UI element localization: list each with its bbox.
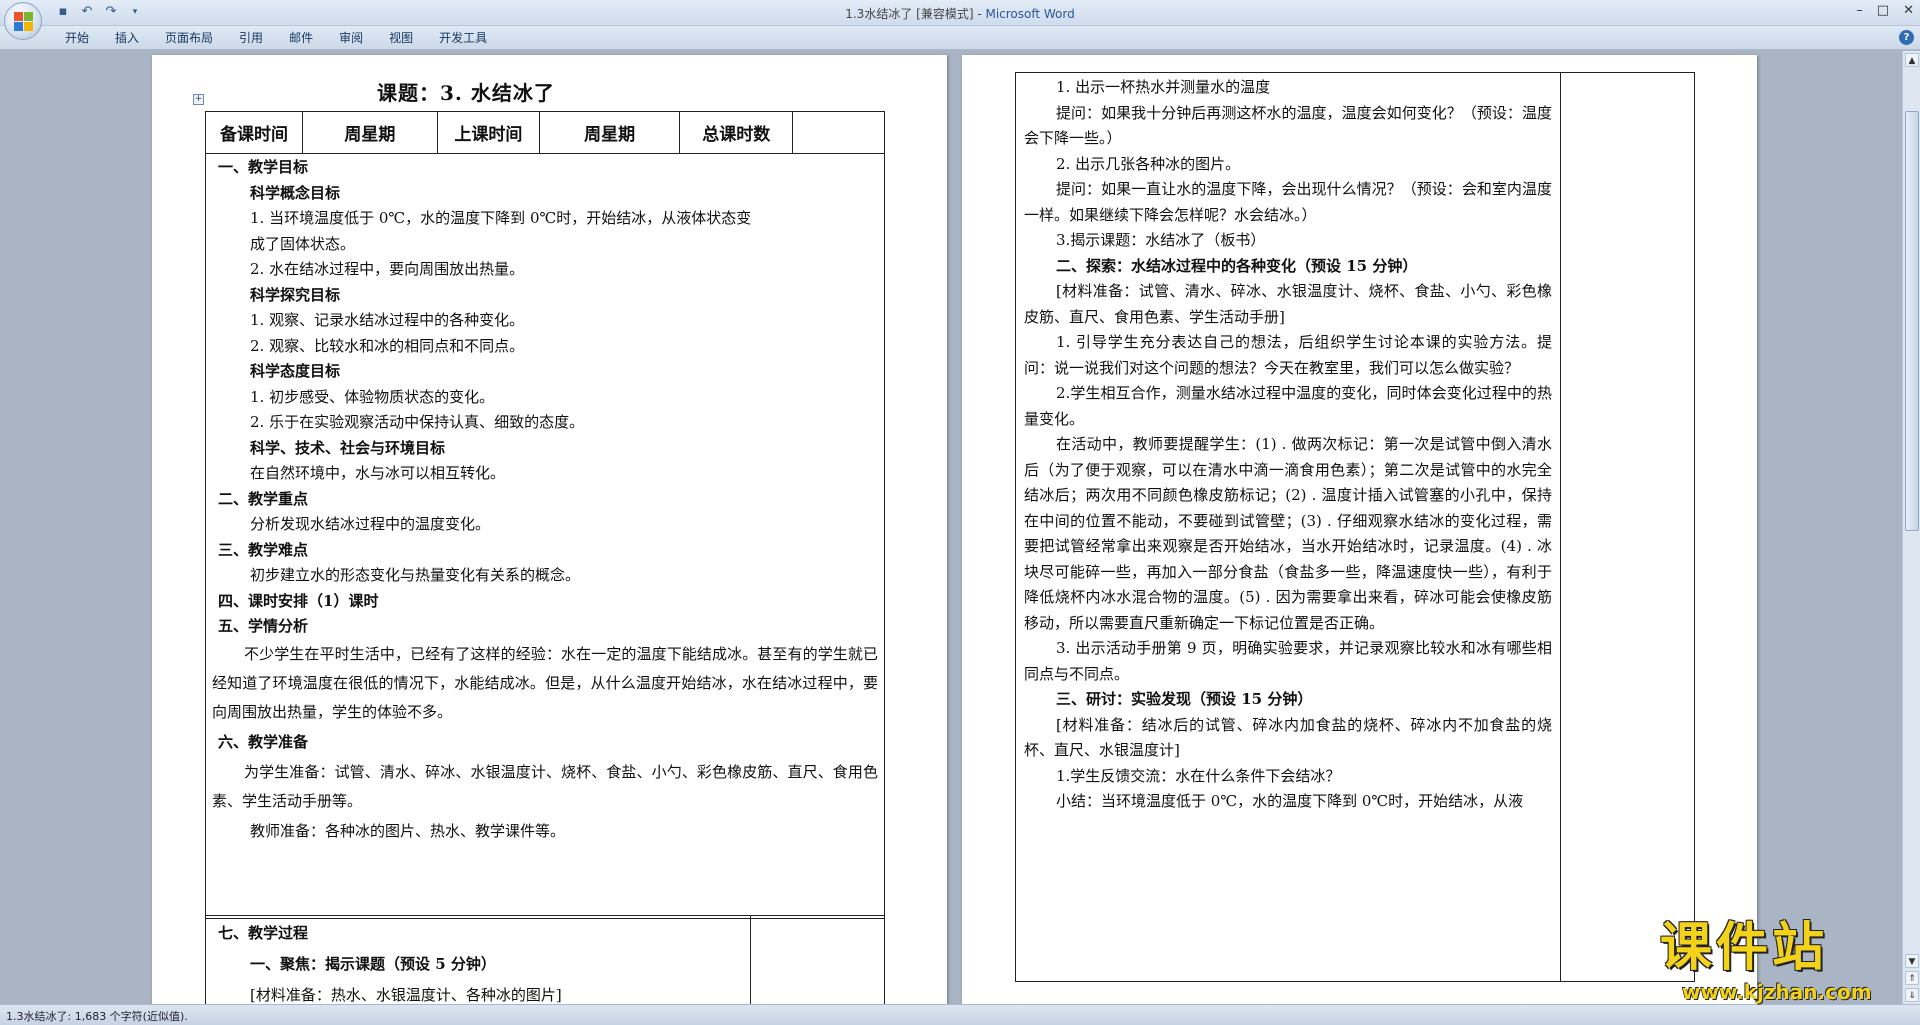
document-name: 1.3水结冰了 [兼容模式] [845, 7, 974, 21]
process-paragraph: 2.学生相互合作，测量水结冰过程中温度的变化，同时体会变化过程中的热量变化。 [1024, 384, 1552, 428]
objective-line: 在自然环境中，水与冰可以相互转化。 [250, 464, 506, 482]
student-prep-text: 为学生准备：试管、清水、碎冰、水银温度计、烧杯、食盐、小勺、彩色橡皮筋、直尺、食… [212, 762, 878, 810]
teacher-prep-text: 教师准备：各种冰的图片、热水、教学课件等。 [250, 821, 566, 840]
word-count-status[interactable]: 1.3水结冰了: 1,683 个字符(近似值). [6, 1008, 188, 1024]
window-title: 1.3水结冰了 [兼容模式] - Microsoft Word [0, 5, 1920, 22]
process-paragraph: 小结：当环境温度低于 0℃，水的温度下降到 0℃时，开始结冰，从液 [1056, 792, 1524, 810]
ribbon-tabs: 开始 插入 页面布局 引用 邮件 审阅 视图 开发工具 [52, 30, 500, 46]
watermark-url: www.kjzhan.com [1682, 980, 1872, 1004]
maximize-button[interactable]: □ [1877, 3, 1889, 18]
office-logo-icon [14, 12, 34, 32]
header-total-hours: 总课时数 [679, 111, 794, 154]
objective-line: 2. 观察、比较水和冰的相同点和不同点。 [250, 336, 525, 355]
app-name: Microsoft Word [985, 7, 1075, 21]
next-page-icon[interactable]: ⇓ [1905, 988, 1919, 1002]
process-content: 1. 出示一杯热水并测量水的温度提问：如果我十分钟后再测这杯水的温度，温度会如何… [1024, 75, 1552, 815]
minimize-button[interactable]: – [1856, 3, 1863, 18]
section-heading: 科学态度目标 [250, 362, 341, 380]
objective-line: 分析发现水结冰过程中的温度变化。 [250, 515, 491, 533]
process-cell[interactable]: 七、教学过程 一、聚焦：揭示课题（预设 5 分钟） [材料准备：热水、水银温度计… [206, 916, 751, 1004]
table-move-handle-icon[interactable]: + [193, 94, 204, 105]
objective-line: 1. 当环境温度低于 0℃，水的温度下降到 0℃时，开始结冰，从液体状态变 [250, 209, 752, 227]
process-row: 七、教学过程 一、聚焦：揭示课题（预设 5 分钟） [材料准备：热水、水银温度计… [205, 915, 885, 1004]
status-bar: 1.3水结冰了: 1,683 个字符(近似值). [0, 1004, 1920, 1025]
prep-heading: 六、教学准备 [218, 732, 309, 751]
doc-title: 课题：3. 水结冰了 [377, 81, 555, 105]
tab-references[interactable]: 引用 [226, 30, 276, 46]
section-heading: 科学、技术、社会与环境目标 [250, 438, 446, 457]
section-heading: 二、探索：水结冰过程中的各种变化（预设 15 分钟） [1056, 256, 1418, 275]
process-paragraph: 在活动中，教师要提醒学生：(1) . 做两次标记：第一次是试管中倒入清水后（为了… [1024, 435, 1552, 632]
ribbon: 开始 插入 页面布局 引用 邮件 审阅 视图 开发工具 ? [0, 26, 1920, 50]
objective-line: 2. 水在结冰过程中，要向周围放出热量。 [250, 260, 525, 278]
header-total-hours-value[interactable] [792, 111, 885, 154]
analysis-text: 不少学生在平时生活中，已经有了这样的经验：水在一定的温度下能结成冰。甚至有的学生… [212, 644, 878, 721]
objective-line: 初步建立水的形态变化与热量变化有关系的概念。 [250, 566, 581, 584]
process-paragraph: [材料准备：结冰后的试管、碎冰内加食盐的烧杯、碎冰内不加食盐的烧杯、直尺、水银温… [1024, 715, 1552, 760]
tab-insert[interactable]: 插入 [102, 30, 152, 46]
section-heading: 三、研讨：实验发现（预设 15 分钟） [1056, 690, 1313, 708]
close-button[interactable]: ✕ [1903, 3, 1914, 18]
section-heading: 二、教学重点 [218, 489, 309, 508]
title-bar: ▪ ↶ ↷ ▾ 1.3水结冰了 [兼容模式] - Microsoft Word … [0, 0, 1920, 40]
objective-line: 1. 观察、记录水结冰过程中的各种变化。 [250, 311, 525, 329]
scroll-down-icon[interactable]: ▼ [1905, 954, 1919, 968]
section-heading: 科学探究目标 [250, 285, 341, 304]
section-heading: 科学概念目标 [250, 183, 341, 202]
header-week-2: 周星期 [539, 111, 681, 154]
office-button[interactable] [4, 2, 42, 40]
tab-developer[interactable]: 开发工具 [426, 30, 500, 46]
section-heading: 五、学情分析 [218, 617, 309, 635]
title-separator: - [973, 7, 986, 21]
section-heading: 四、课时安排（1）课时 [218, 591, 379, 610]
vertical-scrollbar[interactable]: ▲ ▼ ⇑ ⇓ [1902, 51, 1920, 1004]
section-heading: 三、教学难点 [218, 540, 309, 559]
tab-mailings[interactable]: 邮件 [276, 30, 326, 46]
process-paragraph: 1.学生反馈交流：水在什么条件下会结冰？ [1056, 766, 1341, 785]
site-watermark: 课件站 www.kjzhan.com [1660, 905, 1900, 1004]
tab-view[interactable]: 视图 [376, 30, 426, 46]
section-heading: 一、教学目标 [218, 158, 309, 176]
process-paragraph: 1. 引导学生充分表达自己的想法，后组织学生讨论本课的实验方法。提问：说一说我们… [1024, 333, 1552, 377]
process-heading: 七、教学过程 [218, 924, 309, 942]
header-week-1: 周星期 [302, 111, 438, 154]
header-class-time: 上课时间 [436, 111, 541, 154]
process-paragraph: 提问：如果一直让水的温度下降，会出现什么情况？（预设：会和室内温度一样。如果继续… [1024, 180, 1552, 224]
page-right: 1. 出示一杯热水并测量水的温度提问：如果我十分钟后再测这杯水的温度，温度会如何… [962, 55, 1757, 1004]
objective-line: 成了固体状态。 [250, 234, 356, 253]
process-table-continued: 1. 出示一杯热水并测量水的温度提问：如果我十分钟后再测这杯水的温度，温度会如何… [1015, 72, 1695, 982]
page-left: + 课题：3. 水结冰了 备课时间 周星期 上课时间 周星期 总课时数 一、教学… [152, 55, 947, 1004]
prev-page-icon[interactable]: ⇑ [1905, 971, 1919, 985]
watermark-text: 课件站 [1660, 918, 1829, 978]
process-content-cell[interactable]: 1. 出示一杯热水并测量水的温度提问：如果我十分钟后再测这杯水的温度，温度会如何… [1016, 73, 1561, 981]
objective-line: 1. 初步感受、体验物质状态的变化。 [250, 387, 495, 406]
help-icon[interactable]: ? [1899, 30, 1914, 45]
objectives-list: 一、教学目标科学概念目标 1. 当环境温度低于 0℃，水的温度下降到 0℃时，开始… [212, 155, 878, 640]
tab-review[interactable]: 审阅 [326, 30, 376, 46]
tab-home[interactable]: 开始 [52, 30, 102, 46]
scroll-up-icon[interactable]: ▲ [1905, 53, 1919, 67]
process-paragraph: 1. 出示一杯热水并测量水的温度 [1056, 78, 1271, 96]
window-controls: – □ ✕ [1856, 3, 1914, 18]
scroll-thumb[interactable] [1905, 111, 1919, 531]
process-paragraph: 提问：如果我十分钟后再测这杯水的温度，温度会如何变化？（预设：温度会下降一些。） [1024, 103, 1552, 148]
process-subheading: 一、聚焦：揭示课题（预设 5 分钟） [250, 955, 496, 973]
info-table: 备课时间 周星期 上课时间 周星期 总课时数 [205, 111, 885, 154]
objectives-cell[interactable]: 一、教学目标科学概念目标 1. 当环境温度低于 0℃，水的温度下降到 0℃时，开始… [205, 153, 885, 919]
header-prep-time: 备课时间 [205, 111, 303, 154]
process-paragraph: 2. 出示几张各种冰的图片。 [1056, 154, 1241, 173]
process-materials: [材料准备：热水、水银温度计、各种冰的图片] [250, 986, 562, 1004]
tab-page-layout[interactable]: 页面布局 [152, 30, 226, 46]
process-paragraph: [材料准备：试管、清水、碎冰、水银温度计、烧杯、食盐、小勺、彩色橡皮筋、直尺、食… [1024, 282, 1552, 326]
document-workspace[interactable]: + 课题：3. 水结冰了 备课时间 周星期 上课时间 周星期 总课时数 一、教学… [0, 51, 1902, 1004]
process-paragraph: 3.揭示课题：水结冰了（板书） [1056, 231, 1266, 249]
objective-line: 2. 乐于在实验观察活动中保持认真、细致的态度。 [250, 413, 585, 431]
process-paragraph: 3. 出示活动手册第 9 页，明确实验要求，并记录观察比较水和冰有哪些相同点与不… [1024, 639, 1552, 683]
